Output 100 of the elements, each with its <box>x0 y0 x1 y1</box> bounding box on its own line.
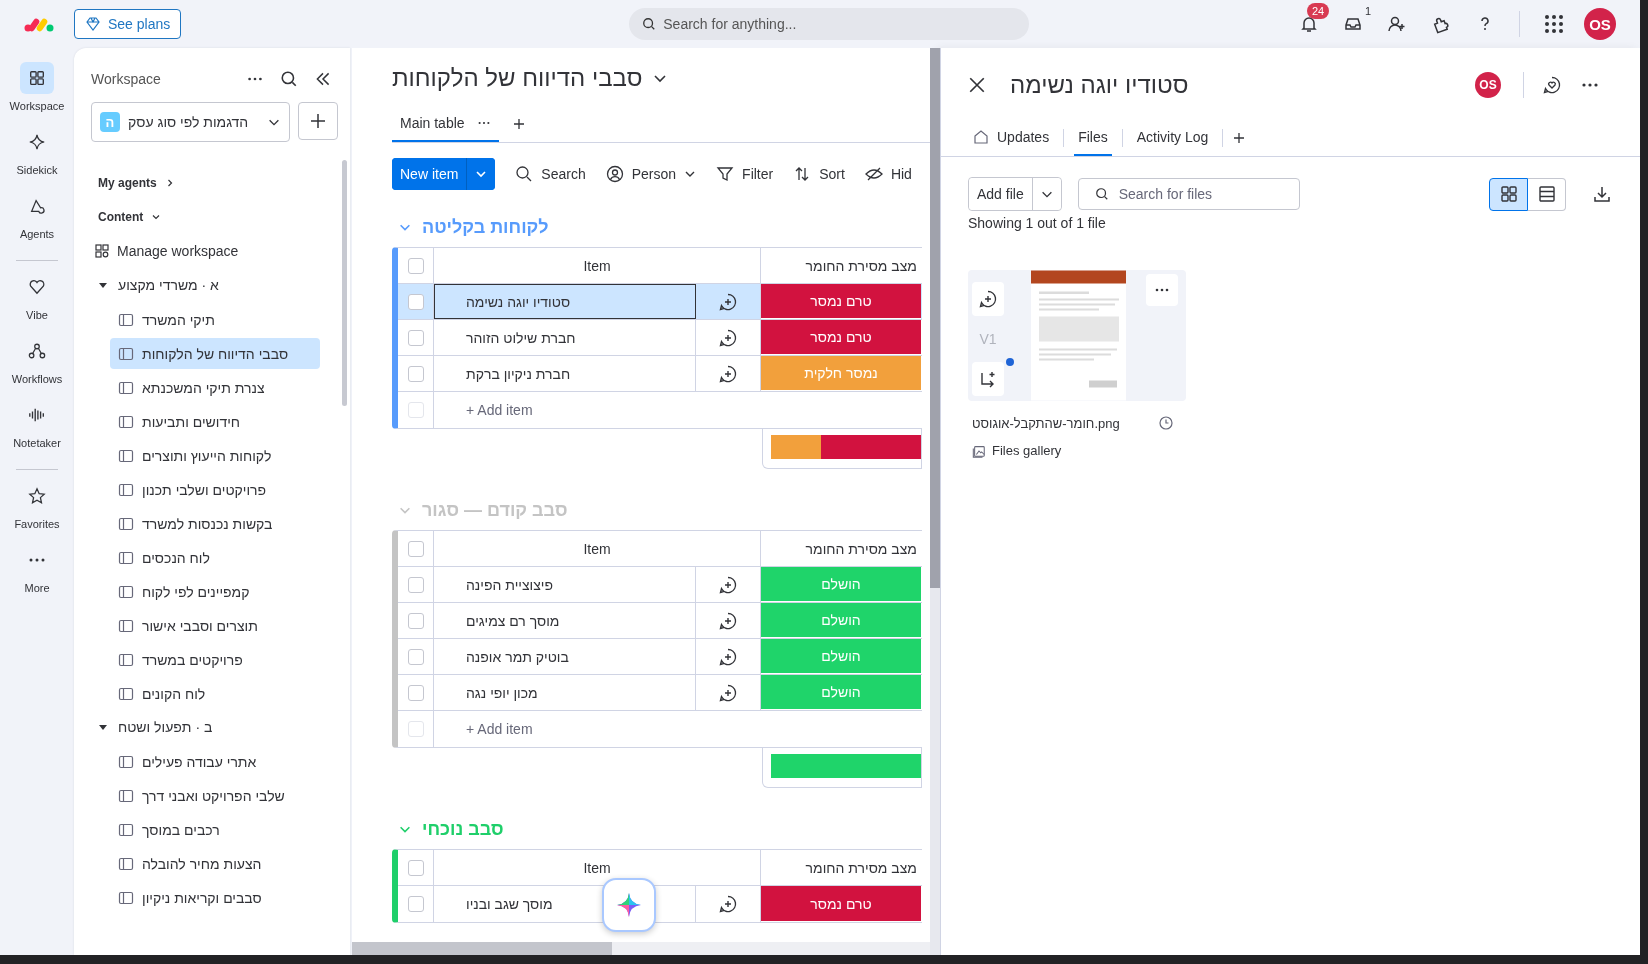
scrollbar-track[interactable] <box>352 942 930 955</box>
sidekick-button[interactable] <box>602 878 656 932</box>
status-cell[interactable]: טרם נמסר <box>761 886 921 922</box>
rail-label[interactable]: Favorites <box>14 518 60 530</box>
board-item[interactable]: לוח הקונים <box>110 678 320 709</box>
search-field[interactable]: Search for anything... <box>629 8 1030 40</box>
checkbox[interactable] <box>407 257 424 274</box>
toolbar-button[interactable]: Person <box>605 165 677 183</box>
add-update-icon[interactable] <box>718 327 738 348</box>
panel-tab[interactable]: Activity Log <box>1132 120 1213 156</box>
file-search-field[interactable]: Search for files <box>1077 178 1300 210</box>
checkbox[interactable] <box>407 540 424 557</box>
checkbox[interactable] <box>407 648 424 665</box>
checkbox[interactable] <box>407 612 424 629</box>
board-item[interactable]: לוח הנכסים <box>110 542 320 573</box>
board-item[interactable]: בקשות נכנסות למשרד <box>110 508 320 539</box>
board-item[interactable]: שלבי הפרויקט ואבני דרך <box>110 780 320 811</box>
board-item[interactable]: תיקי המשרד <box>110 304 320 335</box>
new-item-button[interactable]: New item <box>392 158 468 190</box>
rail-item[interactable]: Agents <box>19 190 55 254</box>
checkbox[interactable] <box>407 576 424 593</box>
rail-label[interactable]: Vibe <box>26 309 48 321</box>
scrollbar-track[interactable] <box>930 48 940 955</box>
section-toggle[interactable]: My agents <box>94 166 175 200</box>
checkbox[interactable] <box>407 365 424 382</box>
item-cell[interactable]: בוטיק תמר אופנה <box>434 639 696 674</box>
add-update-icon[interactable] <box>718 291 738 312</box>
add-update-icon[interactable] <box>718 646 738 667</box>
board-item[interactable]: סבבים וקריאות ניקיון <box>110 882 320 913</box>
rail-item[interactable]: More <box>20 544 54 608</box>
board-item[interactable]: צנרת תיקי המשכנתא <box>110 372 320 403</box>
board-item[interactable]: תוצרים וסבבי אישור <box>110 610 320 641</box>
view-tab[interactable]: Main table <box>392 106 499 142</box>
item-cell[interactable]: חברת ניקיון ברקת <box>434 356 696 391</box>
list-view-button[interactable] <box>1528 177 1566 211</box>
checkbox[interactable] <box>407 684 424 701</box>
see-plans-button[interactable]: See plans <box>74 9 182 39</box>
file-name[interactable]: חומר-שהתקבל-אוגוסט.png <box>972 415 1120 431</box>
chat-heart-icon[interactable] <box>1542 75 1562 95</box>
share-icon[interactable] <box>978 369 998 389</box>
folder-item[interactable]: ב · תפעול ושטח <box>94 710 213 744</box>
invite-user-icon[interactable] <box>1387 14 1407 34</box>
status-cell[interactable]: טרם נמסר <box>761 320 921 355</box>
scrollbar-thumb[interactable] <box>352 942 612 955</box>
rail-item[interactable]: Sidekick <box>16 126 58 190</box>
toolbar-button[interactable]: Filter <box>716 165 774 183</box>
board-item[interactable]: סבבי הדיווח של הלקוחות <box>110 338 320 369</box>
close-icon[interactable] <box>968 76 986 94</box>
rail-label[interactable]: Workspace <box>9 100 65 112</box>
board-item[interactable]: הצעות מחיר להובלה <box>110 848 320 879</box>
add-tab-icon[interactable] <box>1233 132 1246 144</box>
add-update-icon[interactable] <box>718 574 738 595</box>
toolbar-button[interactable]: Sort <box>793 165 845 183</box>
clock-icon[interactable] <box>1158 415 1174 431</box>
rail-label[interactable]: Agents <box>19 228 55 240</box>
rail-item[interactable]: Workspace <box>9 62 65 126</box>
apps-grid-icon[interactable] <box>1544 14 1564 34</box>
checkbox[interactable] <box>407 329 424 346</box>
add-update-icon[interactable] <box>718 363 738 384</box>
add-file-button[interactable]: Add file <box>969 178 1033 210</box>
user-avatar[interactable]: OS <box>1475 72 1501 98</box>
panel-tab[interactable]: Updates <box>969 120 1054 156</box>
collapse-icon[interactable] <box>314 70 332 88</box>
checkbox[interactable] <box>407 293 424 310</box>
rail-item[interactable]: Workflows <box>11 335 63 399</box>
toolbar-button[interactable]: Search <box>515 165 586 183</box>
board-item[interactable]: אתרי עבודה פעילים <box>110 746 320 777</box>
add-button[interactable] <box>298 102 338 140</box>
checkbox[interactable] <box>407 859 424 876</box>
search-icon[interactable] <box>280 70 298 88</box>
board-item[interactable]: רכבים במוסך <box>110 814 320 845</box>
manage-workspace-link[interactable]: Manage workspace <box>94 234 239 268</box>
item-cell[interactable]: פיצוציית הפינה <box>434 567 696 602</box>
board-item[interactable]: קמפיינים לפי לקוח <box>110 576 320 607</box>
rail-label[interactable]: More <box>24 582 50 594</box>
item-cell[interactable]: מוסך רם צמיגים <box>434 603 696 638</box>
add-update-icon[interactable] <box>718 682 738 703</box>
status-cell[interactable]: טרם נמסר <box>761 284 921 319</box>
add-view-icon[interactable] <box>512 118 525 130</box>
board-item[interactable]: חידושים ותביעות <box>110 406 320 437</box>
scrollbar-thumb[interactable] <box>930 48 940 588</box>
item-cell[interactable]: חברת שילוט הזוהר <box>434 320 696 355</box>
board-item[interactable]: פרויקטים במשרד <box>110 644 320 675</box>
board-item[interactable]: לקוחות הייעוץ ותוצרים <box>110 440 320 471</box>
folder-item[interactable]: א · משרדי מקצוע <box>94 268 219 302</box>
checkbox[interactable] <box>407 896 424 912</box>
rail-item[interactable]: Notetaker <box>13 399 61 463</box>
rail-label[interactable]: Workflows <box>11 373 63 385</box>
rail-label[interactable]: Notetaker <box>13 437 61 449</box>
rail-item[interactable]: Favorites <box>14 480 60 544</box>
user-avatar[interactable]: OS <box>1584 8 1616 40</box>
toolbar-button[interactable]: Hid <box>864 165 912 183</box>
rail-item[interactable]: Vibe <box>20 271 54 335</box>
rail-label[interactable]: Sidekick <box>16 164 58 176</box>
add-update-icon[interactable] <box>718 894 738 914</box>
download-icon[interactable] <box>1592 184 1612 204</box>
workspace-selector[interactable]: ה הדגמות לפי סוג עסק <box>91 102 290 142</box>
item-cell[interactable]: סטודיו יוגה נשימה <box>434 284 696 319</box>
bell-icon[interactable] <box>1299 14 1319 34</box>
board-item[interactable]: פרויקטים ושלבי תכנון <box>110 474 320 505</box>
